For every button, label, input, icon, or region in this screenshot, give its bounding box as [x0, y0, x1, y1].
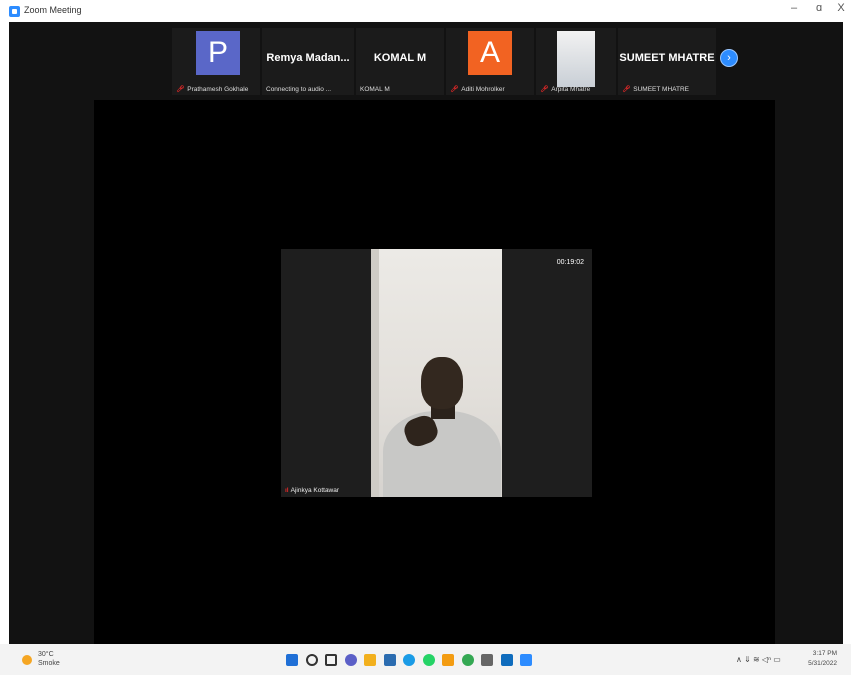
- participant-strip: P 🎤︎ Prathamesh Gokhale Remya Madan... Co…: [172, 28, 738, 95]
- next-page-icon[interactable]: ›: [720, 49, 738, 67]
- participant-label: 🎤︎ Aditi Mohrolker: [450, 85, 532, 93]
- start-icon[interactable]: [286, 654, 298, 666]
- participant-name: Connecting to audio ...: [266, 86, 332, 93]
- participant-tile[interactable]: P 🎤︎ Prathamesh Gokhale: [172, 28, 260, 95]
- chat-icon[interactable]: [344, 654, 357, 666]
- participant-tile[interactable]: Remya Madan... Connecting to audio ...: [262, 28, 354, 95]
- paint-icon[interactable]: [442, 654, 454, 666]
- chrome-icon[interactable]: [461, 654, 474, 666]
- speaker-name: Ajinkya Kottawar: [290, 487, 340, 494]
- settings-icon[interactable]: [481, 654, 493, 666]
- muted-mic-icon: 🎤︎: [540, 86, 549, 93]
- speaker-label: ıl Ajinkya Kottawar: [285, 487, 339, 494]
- muted-mic-icon: 🎤︎: [176, 86, 185, 93]
- clock-time: 3:17 PM: [812, 650, 837, 657]
- temperature: 30°C: [38, 651, 54, 658]
- minimize-button[interactable]: –: [785, 2, 803, 14]
- close-button[interactable]: X: [832, 2, 850, 14]
- video-wall: [371, 249, 379, 497]
- meeting-area: P 🎤︎ Prathamesh Gokhale Remya Madan... Co…: [9, 22, 843, 644]
- participant-tile[interactable]: SUMEET MHATRE 🎤︎ SUMEET MHATRE: [618, 28, 716, 95]
- file-explorer-icon[interactable]: [364, 654, 376, 666]
- search-icon[interactable]: [305, 654, 318, 666]
- weather-icon[interactable]: [22, 655, 32, 665]
- edge-icon[interactable]: [403, 654, 415, 666]
- video-person-shirt: [383, 411, 501, 497]
- task-view-icon[interactable]: [325, 654, 337, 666]
- recording-timer: 00:19:02: [556, 259, 584, 266]
- restore-button[interactable]: ɑ: [810, 2, 828, 14]
- zoom-icon[interactable]: [520, 654, 532, 666]
- store-icon[interactable]: [383, 654, 396, 666]
- speaker-video-tile[interactable]: 00:19:02 ıl Ajinkya Kottawar: [281, 249, 592, 497]
- clock[interactable]: 3:17 PM 5/31/2022: [807, 649, 837, 669]
- participant-label: KOMAL M: [360, 86, 442, 93]
- participant-label: 🎤︎ SUMEET MHATRE: [622, 85, 714, 93]
- participant-display-name: KOMAL M: [373, 52, 427, 64]
- participant-name: Aditi Mohrolker: [461, 86, 505, 93]
- outlook-icon[interactable]: [500, 654, 513, 666]
- taskbar: 30°C Smoke ∧ ⇓ ≋ ◁ⁿ ▭ 3:17 PM 5/31/2022: [0, 644, 851, 675]
- title-bar: Zoom Meeting – ɑ X: [0, 0, 851, 22]
- muted-mic-icon: 🎤︎: [450, 86, 459, 93]
- participant-tile[interactable]: KOMAL M KOMAL M: [356, 28, 444, 95]
- speaker-stage: Your network bandwidth is low 00:19:02 ı…: [94, 100, 775, 644]
- signal-icon: ıl: [285, 487, 289, 494]
- weather-condition: Smoke: [38, 660, 60, 667]
- avatar-initial: A: [468, 31, 512, 75]
- participant-label: Connecting to audio ...: [266, 86, 352, 93]
- participant-name: Prathamesh Gokhale: [187, 86, 249, 93]
- clock-date: 5/31/2022: [808, 660, 837, 667]
- whatsapp-icon[interactable]: [422, 654, 435, 666]
- avatar-initial: P: [196, 31, 240, 75]
- participant-display-name: Remya Madan...: [266, 52, 350, 64]
- participant-photo: [557, 31, 595, 87]
- participant-display-name: SUMEET MHATRE: [619, 52, 715, 64]
- participant-label: 🎤︎ Arpita Mhatre: [540, 85, 614, 93]
- speaker-video: [371, 249, 502, 497]
- participant-name: Arpita Mhatre: [551, 86, 591, 93]
- participant-name: SUMEET MHATRE: [633, 86, 690, 93]
- window-title: Zoom Meeting: [24, 5, 82, 15]
- video-person-head: [421, 357, 463, 409]
- system-tray[interactable]: ∧ ⇓ ≋ ◁ⁿ ▭: [736, 655, 781, 664]
- weather-widget[interactable]: 30°C Smoke: [38, 650, 60, 668]
- participant-tile[interactable]: A 🎤︎ Aditi Mohrolker: [446, 28, 534, 95]
- zoom-app-icon: [9, 6, 20, 17]
- participant-name: KOMAL M: [360, 86, 390, 93]
- muted-mic-icon: 🎤︎: [622, 86, 631, 93]
- participant-tile[interactable]: 🎤︎ Arpita Mhatre: [536, 28, 616, 95]
- participant-label: 🎤︎ Prathamesh Gokhale: [176, 85, 258, 93]
